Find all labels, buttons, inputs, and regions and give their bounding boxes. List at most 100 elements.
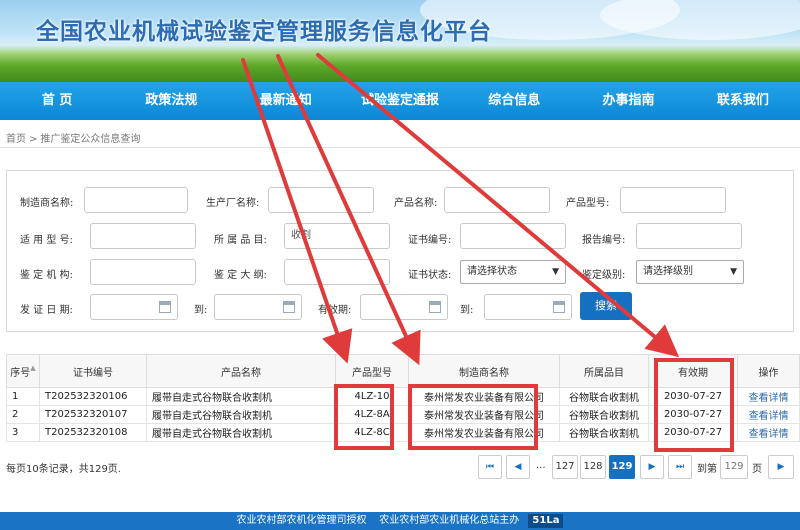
agency-input[interactable] bbox=[90, 259, 196, 285]
cell-cert: T202532320107 bbox=[39, 405, 147, 424]
cell-model: 4LZ-10 bbox=[335, 387, 409, 406]
manufacturer-label: 制造商名称: bbox=[20, 198, 74, 209]
cert-no-label: 证书编号: bbox=[408, 235, 452, 246]
cell-maker: 泰州常发农业装备有限公司 bbox=[408, 387, 560, 406]
page-unit-label: 页 bbox=[752, 464, 762, 475]
cell-model: 4LZ-8C bbox=[335, 423, 409, 442]
cell-maker: 泰州常发农业装备有限公司 bbox=[408, 423, 560, 442]
view-details-link[interactable]: 查看详情 bbox=[737, 423, 800, 442]
outline-input[interactable] bbox=[284, 259, 390, 285]
divider bbox=[0, 147, 800, 148]
cert-status-select[interactable]: 请选择状态 ▼ bbox=[460, 260, 566, 284]
header-cert: 证书编号 bbox=[39, 354, 147, 388]
cell-name: 履带自走式谷物联合收割机 bbox=[146, 387, 336, 406]
header-category: 所属品目 bbox=[559, 354, 649, 388]
table-row: 3 T202532320108 履带自走式谷物联合收割机 4LZ-8C 泰州常发… bbox=[6, 423, 800, 442]
nav-policy[interactable]: 政策法规 bbox=[114, 82, 228, 120]
level-select[interactable]: 请选择级别 ▼ bbox=[636, 260, 744, 284]
pagination-summary: 每页10条记录，共129页. bbox=[6, 464, 121, 475]
manufacturer-input[interactable] bbox=[84, 187, 188, 213]
nav-info[interactable]: 综合信息 bbox=[457, 82, 571, 120]
stats-badge[interactable]: 51La bbox=[528, 514, 564, 528]
valid-to-label: 到: bbox=[460, 305, 474, 316]
header-model: 产品型号 bbox=[335, 354, 409, 388]
breadcrumb-current: 推广鉴定公众信息查询 bbox=[40, 134, 141, 145]
nav-guide[interactable]: 办事指南 bbox=[571, 82, 685, 120]
cell-cert: T202532320108 bbox=[39, 423, 147, 442]
cell-valid: 2030-07-27 bbox=[648, 405, 738, 424]
main-nav: 首 页 政策法规 最新通知 试验鉴定通报 综合信息 办事指南 联系我们 bbox=[0, 82, 800, 120]
pagination-ellipsis: ... bbox=[536, 460, 546, 471]
results-table: 序号▲ 证书编号 产品名称 产品型号 制造商名称 所属品目 有效期 操作 1 T… bbox=[6, 354, 800, 442]
breadcrumb: 首页 > 推广鉴定公众信息查询 bbox=[6, 130, 140, 145]
issue-date-from[interactable] bbox=[90, 294, 178, 320]
category-input[interactable]: 收割 bbox=[284, 223, 390, 249]
nav-contact[interactable]: 联系我们 bbox=[686, 82, 800, 120]
view-details-link[interactable]: 查看详情 bbox=[737, 405, 800, 424]
report-no-input[interactable] bbox=[636, 223, 742, 249]
page-128-button[interactable]: 128 bbox=[580, 455, 606, 479]
cell-valid: 2030-07-27 bbox=[648, 387, 738, 406]
producer-label: 生产厂名称: bbox=[206, 198, 260, 209]
header-banner: 全国农业机械试验鉴定管理服务信息化平台 bbox=[0, 0, 800, 82]
scope-label: 适 用 型 号: bbox=[20, 235, 73, 246]
cert-status-value: 请选择状态 bbox=[467, 266, 517, 277]
calendar-icon[interactable] bbox=[553, 301, 565, 313]
report-no-label: 报告编号: bbox=[582, 235, 626, 246]
valid-from[interactable] bbox=[360, 294, 448, 320]
header-valid: 有效期 bbox=[648, 354, 738, 388]
cell-no: 1 bbox=[6, 387, 40, 406]
calendar-icon[interactable] bbox=[283, 301, 295, 313]
first-page-button[interactable]: ⏮ bbox=[478, 455, 502, 479]
page-127-button[interactable]: 127 bbox=[552, 455, 578, 479]
last-page-button[interactable]: ⏭ bbox=[668, 455, 692, 479]
cert-status-label: 证书状态: bbox=[408, 270, 452, 281]
next-page-button[interactable]: ▶ bbox=[640, 455, 664, 479]
product-name-label: 产品名称: bbox=[394, 198, 438, 209]
nav-notices[interactable]: 最新通知 bbox=[229, 82, 343, 120]
chevron-down-icon: ▼ bbox=[552, 267, 559, 277]
cell-category: 谷物联合收割机 bbox=[559, 387, 649, 406]
producer-input[interactable] bbox=[268, 187, 374, 213]
issue-date-to-label: 到: bbox=[194, 305, 208, 316]
nav-home[interactable]: 首 页 bbox=[0, 82, 114, 120]
header-action: 操作 bbox=[737, 354, 800, 388]
valid-to[interactable] bbox=[484, 294, 572, 320]
chevron-down-icon: ▼ bbox=[730, 267, 737, 277]
goto-page-input[interactable]: 129 bbox=[720, 455, 748, 479]
product-model-input[interactable] bbox=[620, 187, 726, 213]
cell-category: 谷物联合收割机 bbox=[559, 405, 649, 424]
search-button[interactable]: 搜索 bbox=[580, 292, 632, 320]
issue-date-to[interactable] bbox=[214, 294, 302, 320]
breadcrumb-home[interactable]: 首页 bbox=[6, 134, 26, 145]
nav-reports[interactable]: 试验鉴定通报 bbox=[343, 82, 457, 120]
header-no[interactable]: 序号 bbox=[10, 368, 30, 379]
level-label: 鉴定级别: bbox=[582, 270, 626, 281]
prev-page-button[interactable]: ◀ bbox=[506, 455, 530, 479]
header-maker: 制造商名称 bbox=[408, 354, 560, 388]
cell-name: 履带自走式谷物联合收割机 bbox=[146, 405, 336, 424]
footer-host: 农业农村部农业机械化总站主办 bbox=[379, 515, 520, 526]
page-129-button[interactable]: 129 bbox=[609, 455, 635, 479]
calendar-icon[interactable] bbox=[159, 301, 171, 313]
cell-no: 3 bbox=[6, 423, 40, 442]
go-button[interactable]: ▶ bbox=[768, 455, 794, 479]
cell-maker: 泰州常发农业装备有限公司 bbox=[408, 405, 560, 424]
cell-cert: T202532320106 bbox=[39, 387, 147, 406]
calendar-icon[interactable] bbox=[429, 301, 441, 313]
agency-label: 鉴 定 机 构: bbox=[20, 270, 73, 281]
product-name-input[interactable] bbox=[444, 187, 550, 213]
site-title: 全国农业机械试验鉴定管理服务信息化平台 bbox=[36, 19, 492, 45]
product-model-label: 产品型号: bbox=[566, 198, 610, 209]
footer-authorized: 农业农村部农机化管理司授权 bbox=[236, 515, 367, 526]
cell-model: 4LZ-8A bbox=[335, 405, 409, 424]
breadcrumb-separator: > bbox=[29, 134, 38, 145]
cell-no: 2 bbox=[6, 405, 40, 424]
cert-no-input[interactable] bbox=[460, 223, 566, 249]
cell-category: 谷物联合收割机 bbox=[559, 423, 649, 442]
scope-input[interactable] bbox=[90, 223, 196, 249]
sort-icon[interactable]: ▲ bbox=[30, 364, 35, 372]
cell-valid: 2030-07-27 bbox=[648, 423, 738, 442]
goto-label: 到第 bbox=[697, 464, 717, 475]
view-details-link[interactable]: 查看详情 bbox=[737, 387, 800, 406]
